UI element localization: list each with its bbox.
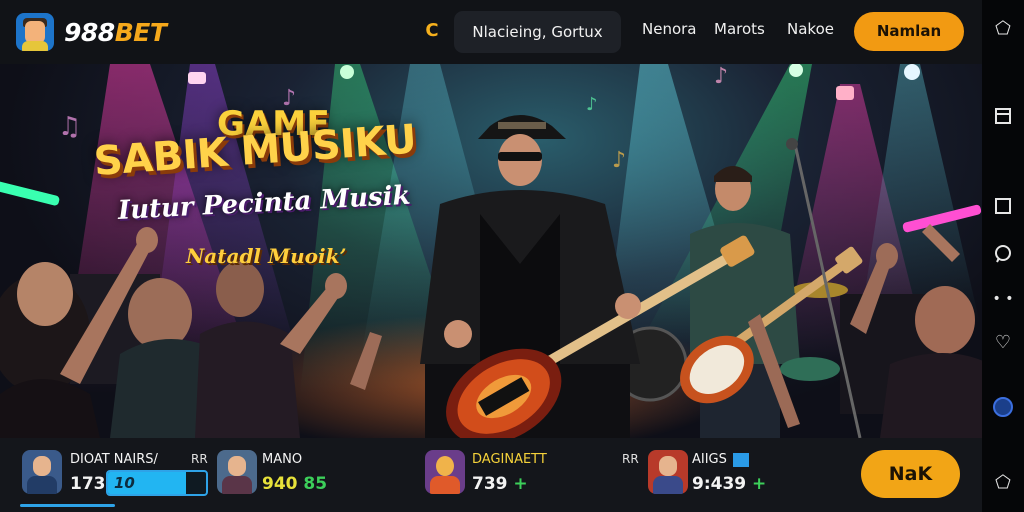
nav-link-nakoe[interactable]: Nakoe [787,20,834,38]
player-tag: RR [622,452,639,466]
player-avatar[interactable] [217,450,257,494]
flag-badge-icon [733,453,749,467]
player-name: DIOAT NAIRS/ [70,452,158,467]
concert-stage-illustration [0,64,982,438]
player-score-bonus: + [752,474,767,494]
player-score-value: 739 [472,474,508,494]
player-avatar[interactable] [648,450,688,494]
player-score-value: 940 [262,474,298,494]
progress-label: 10 [114,474,135,492]
app-root: 988BET C Nlacieing, Gortux Nenora Marots… [0,0,1024,512]
player-tag: RR [191,452,208,466]
player-score: 739 + [472,474,528,494]
brand-name: 988BET [64,17,167,47]
chat-bubble-icon[interactable] [982,244,1024,270]
player-progress-bar: 10 [106,470,208,496]
square-icon[interactable] [982,196,1024,222]
game-thumbnail[interactable] [425,450,465,494]
music-note-icon: ♫ [58,112,82,142]
nav-link-nenora[interactable]: Nenora [642,20,697,38]
hero-banner[interactable]: ♫ ♪ ♪ ♪ ♪ GAME SABIK MUSIKU Iutur Pecint… [0,64,982,438]
back-arrow-icon[interactable]: ⬠ [982,18,1024,40]
nav-link-marots[interactable]: Marots [714,20,765,38]
dots-icon[interactable]: • • [982,288,1024,310]
player-score-bonus: 85 [303,474,328,494]
player-score-bonus: + [513,474,528,494]
player-name: AIIGS [692,452,727,467]
search-field[interactable]: Nlacieing, Gortux [454,11,621,53]
join-button[interactable]: NaK [861,450,960,498]
right-side-rail: ⬠ • • ♡ ⬠ [982,0,1024,512]
mascot-logo-icon [16,13,54,51]
hero-tagline: Natadl Muoik’ [186,244,347,268]
brand-logo[interactable]: 988BET [16,13,167,51]
player-score: 9:439 + [692,474,766,494]
top-bar: 988BET C Nlacieing, Gortux Nenora Marots… [0,0,982,64]
player-name: DAGINAETT [472,452,547,467]
music-note-icon: ♪ [714,64,729,89]
circle-button-icon[interactable] [982,396,1024,424]
player-avatar[interactable] [22,450,62,494]
player-score-value: 9:439 [692,474,747,494]
music-note-icon: ♪ [586,94,598,115]
music-note-icon: ♪ [612,148,627,173]
heart-icon[interactable]: ♡ [982,332,1024,354]
bottom-bar: DIOAT NAIRS/ RR 1733 10 MANO 940 85 DAGI… [0,438,982,512]
player-name: MANO [262,452,303,467]
player-score: 940 85 [262,474,327,494]
brand-name-accent: BET [114,17,167,47]
share-arrow-icon[interactable]: ⬠ [982,472,1024,494]
bookmark-icon[interactable] [982,106,1024,132]
active-underline [20,504,115,507]
coin-icon[interactable]: C [421,20,443,42]
brand-name-white: 988 [64,17,115,47]
register-button[interactable]: Namlan [854,12,964,51]
